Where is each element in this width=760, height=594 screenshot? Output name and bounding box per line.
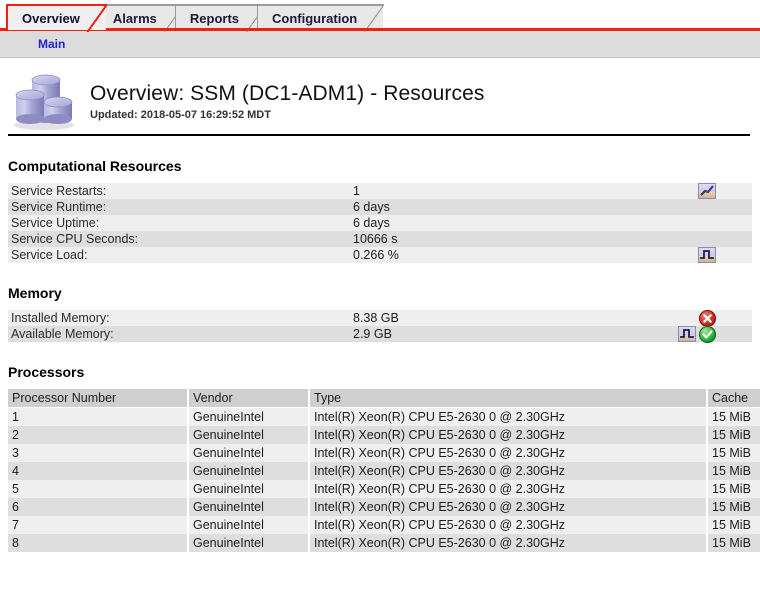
cell-type: Intel(R) Xeon(R) CPU E5-2630 0 @ 2.30GHz: [309, 462, 707, 480]
cell-vendor: GenuineIntel: [188, 462, 309, 480]
cell-type: Intel(R) Xeon(R) CPU E5-2630 0 @ 2.30GHz: [309, 426, 707, 444]
cell-cache: 15 MiB: [707, 408, 760, 427]
alarm-normal-icon[interactable]: [699, 326, 716, 343]
cell-vendor: GenuineIntel: [188, 426, 309, 444]
cell-type: Intel(R) Xeon(R) CPU E5-2630 0 @ 2.30GHz: [309, 408, 707, 427]
row-label: Service Load:: [8, 248, 353, 262]
row-value: 6 days: [353, 216, 752, 230]
row-label: Service CPU Seconds:: [8, 232, 353, 246]
row-service-restarts: Service Restarts: 1: [8, 183, 752, 199]
alarm-critical-icon[interactable]: [699, 310, 716, 327]
row-icons: [678, 326, 716, 342]
chart-line-icon[interactable]: [698, 183, 716, 199]
column-header-processor-number[interactable]: Processor Number: [8, 389, 188, 408]
tab-reports[interactable]: Reports: [175, 4, 265, 30]
column-header-type[interactable]: Type: [309, 389, 707, 408]
cell-cache: 15 MiB: [707, 426, 760, 444]
row-available-memory: Available Memory: 2.9 GB: [8, 326, 752, 342]
cell-processor-number: 7: [8, 516, 188, 534]
cell-type: Intel(R) Xeon(R) CPU E5-2630 0 @ 2.30GHz: [309, 444, 707, 462]
table-row: 6 GenuineIntel Intel(R) Xeon(R) CPU E5-2…: [8, 498, 760, 516]
cell-processor-number: 1: [8, 408, 188, 427]
row-installed-memory: Installed Memory: 8.38 GB: [8, 310, 752, 326]
tab-overview-label: Overview: [22, 11, 80, 26]
memory-list: Installed Memory: 8.38 GB Available Memo…: [8, 310, 752, 342]
page-header: Overview: SSM (DC1-ADM1) - Resources Upd…: [0, 58, 760, 132]
row-value: 10666 s: [353, 232, 752, 246]
row-service-runtime: Service Runtime: 6 days: [8, 199, 752, 215]
page-header-text: Overview: SSM (DC1-ADM1) - Resources Upd…: [78, 70, 485, 121]
cell-processor-number: 3: [8, 444, 188, 462]
cell-vendor: GenuineIntel: [188, 480, 309, 498]
row-service-load: Service Load: 0.266 %: [8, 247, 752, 263]
table-row: 8 GenuineIntel Intel(R) Xeon(R) CPU E5-2…: [8, 534, 760, 552]
tab-bar-accent-line: [0, 28, 760, 31]
cell-processor-number: 2: [8, 426, 188, 444]
tab-list: Overview Alarms Reports Configuration: [6, 0, 760, 30]
cell-vendor: GenuineIntel: [188, 516, 309, 534]
cell-type: Intel(R) Xeon(R) CPU E5-2630 0 @ 2.30GHz: [309, 516, 707, 534]
page-title: Overview: SSM (DC1-ADM1) - Resources: [90, 82, 485, 106]
cell-processor-number: 8: [8, 534, 188, 552]
cell-type: Intel(R) Xeon(R) CPU E5-2630 0 @ 2.30GHz: [309, 480, 707, 498]
table-row: 1 GenuineIntel Intel(R) Xeon(R) CPU E5-2…: [8, 408, 760, 427]
header-divider: [8, 134, 750, 136]
row-value: 8.38 GB: [353, 311, 752, 325]
column-header-vendor[interactable]: Vendor: [188, 389, 309, 408]
cell-processor-number: 6: [8, 498, 188, 516]
table-row: 7 GenuineIntel Intel(R) Xeon(R) CPU E5-2…: [8, 516, 760, 534]
table-row: 2 GenuineIntel Intel(R) Xeon(R) CPU E5-2…: [8, 426, 760, 444]
cell-cache: 15 MiB: [707, 480, 760, 498]
table-header-row: Processor Number Vendor Type Cache: [8, 389, 760, 408]
cell-type: Intel(R) Xeon(R) CPU E5-2630 0 @ 2.30GHz: [309, 534, 707, 552]
row-label: Installed Memory:: [8, 311, 353, 325]
section-title-computational: Computational Resources: [8, 158, 760, 174]
tab-reports-label: Reports: [190, 11, 239, 26]
cell-vendor: GenuineIntel: [188, 534, 309, 552]
chart-step-icon[interactable]: [698, 247, 716, 263]
cell-vendor: GenuineIntel: [188, 408, 309, 427]
cell-cache: 15 MiB: [707, 516, 760, 534]
row-service-uptime: Service Uptime: 6 days: [8, 215, 752, 231]
row-service-cpu-seconds: Service CPU Seconds: 10666 s: [8, 231, 752, 247]
database-stack-icon: [10, 70, 78, 132]
cell-type: Intel(R) Xeon(R) CPU E5-2630 0 @ 2.30GHz: [309, 498, 707, 516]
cell-cache: 15 MiB: [707, 444, 760, 462]
column-header-cache[interactable]: Cache: [707, 389, 760, 408]
cell-cache: 15 MiB: [707, 534, 760, 552]
chart-step-icon[interactable]: [678, 326, 696, 342]
page-updated-timestamp: Updated: 2018-05-07 16:29:52 MDT: [90, 109, 485, 121]
row-value: 0.266 %: [353, 248, 752, 262]
tab-configuration[interactable]: Configuration: [257, 4, 383, 30]
cell-processor-number: 4: [8, 462, 188, 480]
tab-alarms-label: Alarms: [113, 11, 157, 26]
cell-cache: 15 MiB: [707, 498, 760, 516]
subnav-link-main[interactable]: Main: [38, 37, 65, 51]
tab-overview[interactable]: Overview: [6, 4, 106, 30]
row-icons: [698, 247, 716, 263]
tab-alarms[interactable]: Alarms: [98, 4, 183, 30]
row-label: Service Uptime:: [8, 216, 353, 230]
row-value: 1: [353, 184, 752, 198]
cell-processor-number: 5: [8, 480, 188, 498]
cell-vendor: GenuineIntel: [188, 498, 309, 516]
tab-configuration-label: Configuration: [272, 11, 357, 26]
cell-cache: 15 MiB: [707, 462, 760, 480]
primary-tab-bar: Overview Alarms Reports Configuration: [0, 0, 760, 30]
computational-resources-list: Service Restarts: 1 Service Runtime: 6 d…: [8, 183, 752, 263]
table-row: 3 GenuineIntel Intel(R) Xeon(R) CPU E5-2…: [8, 444, 760, 462]
row-label: Service Restarts:: [8, 184, 353, 198]
section-title-memory: Memory: [8, 285, 760, 301]
row-icons: [699, 310, 716, 326]
processors-table: Processor Number Vendor Type Cache 1 Gen…: [8, 389, 760, 552]
row-value: 6 days: [353, 200, 752, 214]
section-title-processors: Processors: [8, 364, 760, 380]
table-row: 4 GenuineIntel Intel(R) Xeon(R) CPU E5-2…: [8, 462, 760, 480]
row-label: Service Runtime:: [8, 200, 353, 214]
table-row: 5 GenuineIntel Intel(R) Xeon(R) CPU E5-2…: [8, 480, 760, 498]
sub-navigation-bar: Main: [0, 30, 760, 58]
row-label: Available Memory:: [8, 327, 353, 341]
row-icons: [698, 183, 716, 199]
cell-vendor: GenuineIntel: [188, 444, 309, 462]
